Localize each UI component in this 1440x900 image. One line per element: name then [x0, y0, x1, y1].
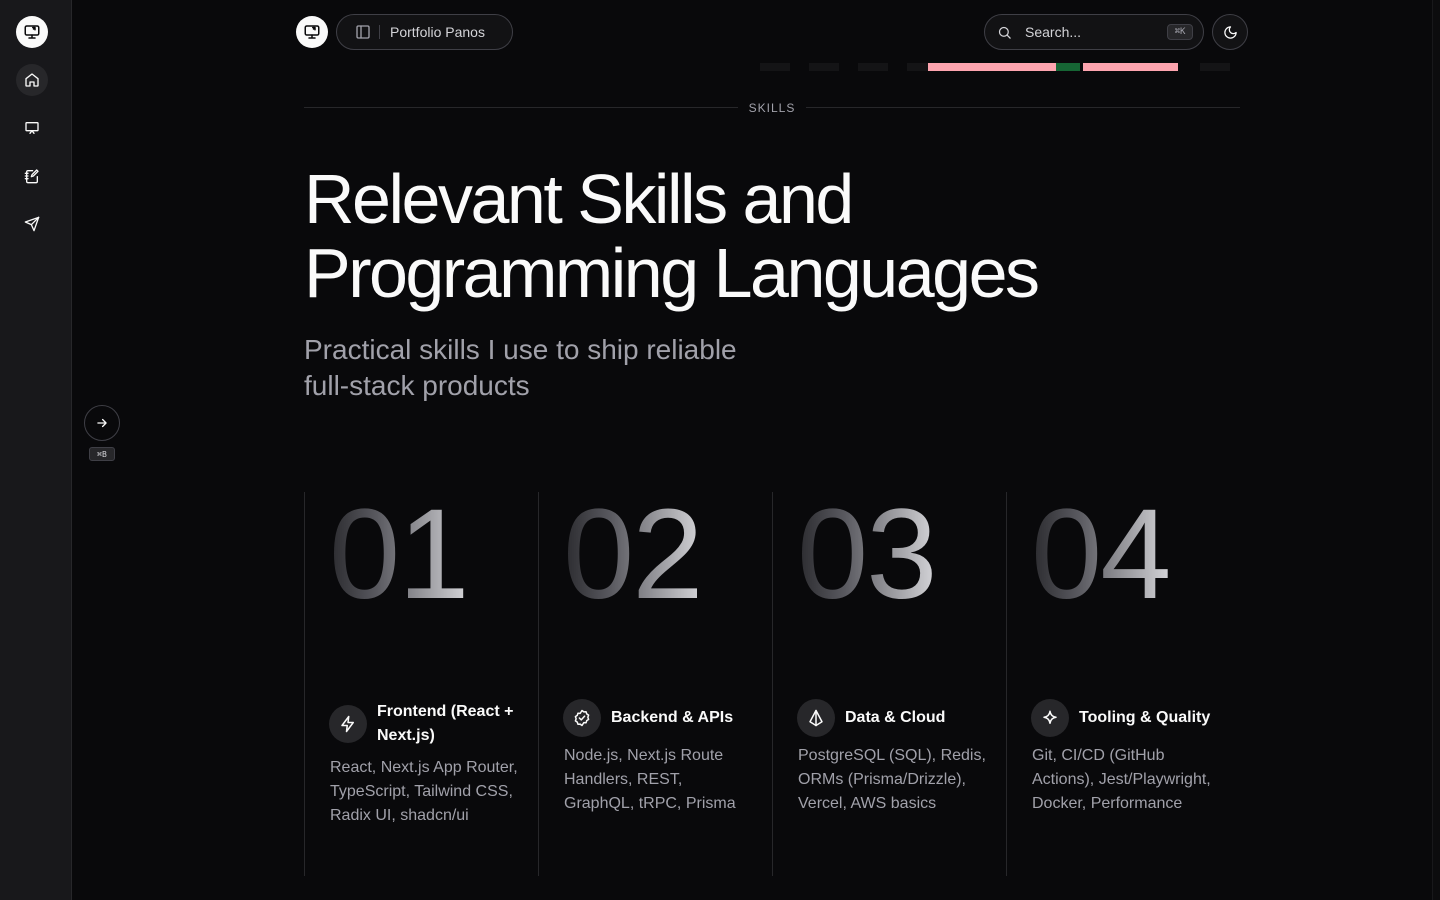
sidebar-item-projects[interactable]	[16, 112, 48, 144]
skill-card-backend: 02 Backend & APIs Node.js, Next.js Route…	[538, 483, 772, 876]
section-label: SKILLS	[738, 99, 806, 117]
skill-card-header: Frontend (React + Next.js)	[329, 700, 525, 748]
sidebar-rail	[0, 0, 72, 900]
prisma-icon	[797, 699, 835, 737]
title-line-1: Relevant Skills and	[304, 160, 854, 238]
sparkle-icon	[1031, 699, 1069, 737]
page-subtitle: Practical skills I use to ship reliable …	[304, 332, 804, 404]
header-logo-monitor-icon[interactable]	[296, 16, 328, 48]
title-line-2: Programming Languages	[304, 234, 1040, 312]
skills-grid: 01 Frontend (React + Next.js) React, Nex…	[304, 483, 1240, 876]
skill-card-title: Data & Cloud	[845, 709, 946, 726]
skill-card-number: 04	[1031, 480, 1171, 630]
skill-card-description: Git, CI/CD (GitHub Actions), Jest/Playwr…	[1032, 747, 1211, 812]
skill-card-data: 03 Data & Cloud PostgreSQL (SQL), Redis,…	[772, 483, 1006, 876]
skill-card-tooling: 04 Tooling & Quality Git, CI/CD (GitHub …	[1006, 483, 1240, 876]
breadcrumb-separator	[379, 25, 380, 39]
search-placeholder: Search...	[1025, 24, 1082, 40]
sidebar-item-contact[interactable]	[16, 208, 48, 240]
breadcrumb-label[interactable]: Portfolio Panos	[390, 24, 485, 40]
presentation-icon	[25, 122, 39, 134]
scrollbar[interactable]	[1432, 0, 1440, 900]
decorative-strip	[760, 63, 1240, 71]
theme-toggle-button[interactable]	[1212, 14, 1248, 50]
expand-sidebar-button[interactable]	[84, 405, 120, 441]
moon-icon	[1223, 25, 1237, 39]
search-shortcut-badge: ⌘K	[1167, 24, 1193, 40]
page-title: Relevant Skills and Programming Language…	[304, 162, 1204, 310]
skill-card-description: React, Next.js App Router, TypeScript, T…	[330, 759, 518, 824]
skill-card-title: Backend & APIs	[611, 709, 734, 726]
badge-check-icon	[563, 699, 601, 737]
logo-monitor-icon[interactable]	[16, 16, 48, 48]
sidebar-item-blog[interactable]	[16, 160, 48, 192]
skill-card-title: Frontend (React + Next.js)	[377, 703, 514, 744]
skill-card-header: Backend & APIs	[563, 699, 759, 737]
skill-card-number: 03	[797, 480, 937, 630]
skill-card-frontend: 01 Frontend (React + Next.js) React, Nex…	[304, 483, 538, 876]
send-icon	[24, 216, 40, 232]
breadcrumb[interactable]: Portfolio Panos	[336, 14, 513, 50]
toggle-shortcut-badge: ⌘B	[89, 447, 115, 461]
sidebar-item-home[interactable]	[16, 64, 48, 96]
notebook-pen-icon	[24, 169, 39, 184]
skill-card-header: Tooling & Quality	[1031, 699, 1227, 737]
subtitle-line-2: full-stack products	[304, 370, 530, 401]
skill-card-header: Data & Cloud	[797, 699, 993, 737]
home-icon	[25, 73, 39, 87]
skill-card-number: 02	[563, 480, 703, 630]
arrow-right-icon	[97, 418, 107, 428]
subtitle-line-1: Practical skills I use to ship reliable	[304, 334, 737, 365]
skill-card-description: Node.js, Next.js Route Handlers, REST, G…	[564, 747, 736, 812]
skill-card-number: 01	[329, 480, 469, 630]
search-icon	[998, 26, 1011, 39]
zap-icon	[329, 705, 367, 743]
skill-card-title: Tooling & Quality	[1079, 709, 1211, 726]
skill-card-description: PostgreSQL (SQL), Redis, ORMs (Prisma/Dr…	[798, 747, 986, 812]
panel-left-icon[interactable]	[355, 24, 371, 40]
search-input[interactable]: Search... ⌘K	[984, 14, 1204, 50]
